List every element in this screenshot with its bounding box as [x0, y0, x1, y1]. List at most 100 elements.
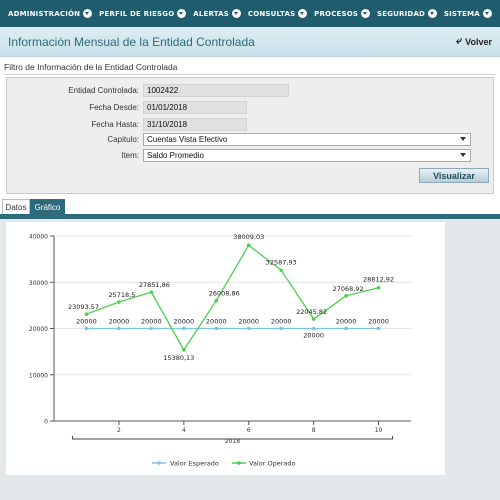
entidad-label: Entidad Controlada: — [68, 86, 139, 95]
back-arrow-icon: ⤶ — [455, 35, 463, 47]
nav-item-seguridad[interactable]: SEGURIDAD — [376, 9, 438, 18]
tab-datos[interactable]: Datos — [2, 199, 30, 215]
y-tick-label: 20000 — [29, 326, 48, 333]
chevron-down-icon — [232, 9, 242, 18]
divider — [4, 74, 496, 75]
data-point — [344, 326, 348, 331]
y-tick-label: 10000 — [29, 372, 48, 379]
nav-label: ALERTAS — [193, 9, 230, 18]
filter-row-entidad: Entidad Controlada: 1002422 — [7, 84, 495, 97]
data-point — [182, 348, 186, 352]
chevron-down-icon — [482, 9, 492, 18]
chevron-down-icon — [298, 9, 308, 18]
chart-card: 0 10000 20000 30000 40000 2 4 6 8 10 2018 20000 2000… — [6, 222, 445, 475]
data-label: 20000 — [206, 318, 227, 326]
back-button[interactable]: ⤶ Volver — [456, 35, 492, 48]
line-chart: 0 10000 20000 30000 40000 2 4 6 8 10 2018 20000 2000… — [29, 233, 411, 468]
filter-row-capitulo: Capitulo: Cuentas Vista Efectivo — [7, 133, 495, 146]
data-label: 20000 — [173, 318, 194, 326]
data-label: 20000 — [271, 318, 292, 326]
nav-label: CONSULTAS — [247, 9, 296, 18]
data-point — [376, 326, 381, 331]
chevron-down-icon — [177, 9, 187, 18]
data-label: 20000 — [336, 318, 357, 326]
data-point — [279, 268, 283, 273]
data-label: 20000 — [238, 318, 259, 326]
data-point — [246, 243, 251, 248]
data-point — [376, 285, 381, 290]
data-point — [182, 326, 186, 331]
back-label: Volver — [465, 36, 492, 47]
nav-item-procesos[interactable]: PROCESOS — [314, 9, 371, 18]
page-title: Información Mensual de la Entidad Contro… — [8, 34, 255, 49]
x-axis-label: 2018 — [225, 438, 240, 445]
x-tick-label: 10 — [375, 427, 383, 434]
dropdown-arrow-icon — [460, 153, 466, 157]
hasta-field[interactable]: 31/10/2018 — [143, 118, 247, 131]
data-point — [214, 326, 219, 331]
y-tick-label: 0 — [44, 419, 48, 426]
data-point — [311, 317, 316, 321]
data-label: 27851,86 — [139, 281, 170, 289]
x-tick-label: 8 — [312, 427, 316, 434]
data-label: 20000 — [109, 318, 130, 326]
dropdown-arrow-icon — [460, 137, 466, 141]
nav-label: SISTEMA — [443, 9, 480, 18]
data-point — [311, 326, 316, 331]
data-point — [84, 312, 89, 316]
nav-item-administracion[interactable]: ADMINISTRACIÓN — [8, 9, 93, 18]
top-nav: ADMINISTRACIÓN PERFIL DE RIESGO ALERTAS … — [0, 0, 500, 27]
data-label: 20000 — [76, 318, 97, 326]
visualizar-button[interactable]: Visualizar — [419, 168, 489, 183]
legend-marker — [237, 461, 241, 465]
filter-row-item: Item: Saldo Promedio — [7, 149, 495, 162]
data-point — [149, 290, 154, 294]
filter-panel: Entidad Controlada: 1002422 Fecha Desde:… — [6, 77, 494, 194]
x-tick-label: 4 — [182, 427, 186, 434]
data-point — [117, 326, 121, 331]
legend-label: Valor Operado — [249, 460, 295, 468]
nav-label: SEGURIDAD — [376, 9, 426, 18]
item-value: Saldo Promedio — [147, 151, 204, 160]
capitulo-select[interactable]: Cuentas Vista Efectivo — [143, 133, 471, 146]
tab-grafico[interactable]: Gráfico — [30, 199, 65, 215]
data-label: 15380,13 — [163, 354, 194, 362]
title-bar: Información Mensual de la Entidad Contro… — [0, 27, 500, 57]
capitulo-value: Cuentas Vista Efectivo — [147, 135, 228, 144]
data-label: 27068,92 — [333, 285, 364, 293]
data-label: 20000 — [368, 318, 389, 326]
data-label: 20000 — [141, 318, 162, 326]
nav-item-sistema[interactable]: SISTEMA — [444, 9, 492, 18]
legend-marker — [157, 461, 161, 465]
data-label: 23093,57 — [68, 303, 99, 311]
entidad-field[interactable]: 1002422 — [143, 84, 289, 97]
filter-row-desde: Fecha Desde: 01/01/2018 — [7, 101, 495, 114]
data-label: 26008,86 — [209, 290, 240, 298]
nav-label: ADMINISTRACIÓN — [8, 9, 81, 18]
chevron-down-icon — [83, 9, 93, 18]
legend-label: Valor Esperado — [170, 460, 219, 468]
y-tick-label: 30000 — [29, 280, 48, 287]
data-point — [84, 326, 89, 331]
data-point — [279, 326, 283, 331]
hasta-label: Fecha Hasta: — [91, 120, 139, 129]
tab-strip: Datos Gráfico — [0, 199, 500, 215]
data-label: 28812,92 — [363, 276, 394, 284]
y-tick-label: 40000 — [29, 234, 48, 241]
chevron-down-icon — [428, 9, 438, 18]
desde-field[interactable]: 01/01/2018 — [143, 101, 247, 114]
nav-item-consultas[interactable]: CONSULTAS — [247, 9, 308, 18]
data-point — [117, 300, 121, 304]
nav-label: PROCESOS — [314, 9, 359, 18]
nav-item-perfil-de-riesgo[interactable]: PERFIL DE RIESGO — [99, 9, 187, 18]
data-label: 32587,93 — [266, 258, 297, 266]
data-point — [344, 294, 348, 298]
nav-label: PERFIL DE RIESGO — [99, 9, 175, 18]
data-point — [246, 326, 251, 331]
filter-title: Filtro de Información de la Entidad Cont… — [4, 62, 178, 72]
x-tick-label: 6 — [247, 427, 251, 434]
x-tick-label: 2 — [117, 427, 121, 434]
nav-item-alertas[interactable]: ALERTAS — [193, 9, 242, 18]
item-select[interactable]: Saldo Promedio — [143, 149, 471, 162]
data-label: 38009,03 — [233, 233, 264, 241]
